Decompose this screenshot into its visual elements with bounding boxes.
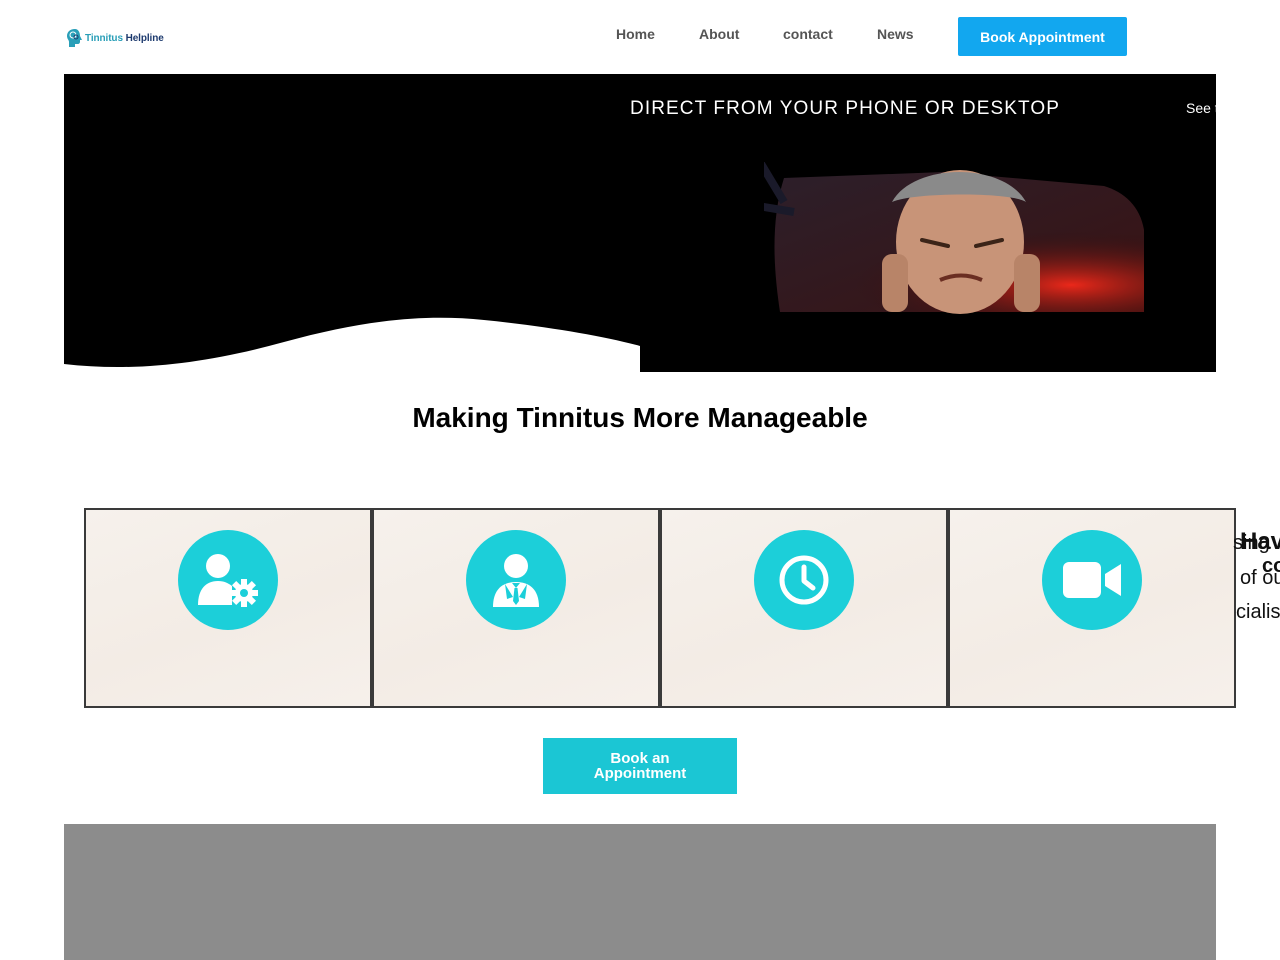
book-an-appointment-button[interactable]: Book an Appointment <box>543 738 737 794</box>
card-text-fragment: cialis <box>1236 601 1280 623</box>
features-cards <box>84 508 1236 708</box>
hero-side-text: See treat <box>1186 100 1216 116</box>
card-heading-fragment: Hav <box>1240 528 1280 555</box>
brain-head-logo-icon <box>66 27 84 49</box>
logo-word-1: Tinnitus <box>85 32 123 44</box>
card-text-fragment: of ou <box>1240 567 1280 589</box>
businessman-icon <box>493 554 539 607</box>
feature-icon-circle <box>1042 530 1142 630</box>
video-camera-icon <box>1063 562 1121 598</box>
hero-wave-shape <box>64 317 640 372</box>
nav-contact[interactable]: contact <box>783 26 833 42</box>
hero-banner: DIRECT FROM YOUR PHONE OR DESKTOP See tr… <box>64 74 1216 372</box>
logo-text: Tinnitus Helpline <box>85 33 164 44</box>
feature-card-3 <box>660 508 948 708</box>
section-title: Making Tinnitus More Manageable <box>412 402 868 433</box>
feature-icon-circle <box>754 530 854 630</box>
feature-icon-circle <box>178 530 278 630</box>
feature-card-1 <box>84 508 372 708</box>
book-an-appointment-label: Book an Appointment <box>593 750 687 782</box>
hero-title: DIRECT FROM YOUR PHONE OR DESKTOP <box>630 98 1061 119</box>
feature-card-2 <box>372 508 660 708</box>
book-appointment-button[interactable]: Book Appointment <box>958 17 1127 56</box>
nav-news[interactable]: News <box>877 26 914 42</box>
nav-home[interactable]: Home <box>616 26 655 42</box>
site-logo[interactable]: Tinnitus Helpline <box>66 27 164 49</box>
feature-icon-circle <box>466 530 566 630</box>
clock-icon <box>779 555 829 605</box>
feature-card-4 <box>948 508 1236 708</box>
nav-about[interactable]: About <box>699 26 739 42</box>
gray-media-block <box>64 824 1216 960</box>
user-gear-icon <box>198 554 258 607</box>
logo-word-2: Helpline <box>125 32 164 44</box>
tinnitus-man-photo <box>764 162 1144 314</box>
